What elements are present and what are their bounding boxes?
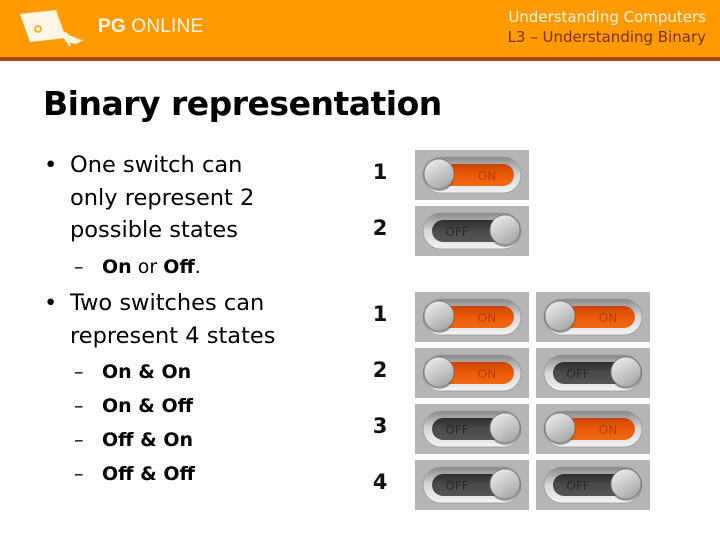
switch-label: OFF [566, 479, 589, 493]
switch-label: OFF [445, 479, 468, 493]
slide-title: Binary representation [43, 84, 442, 123]
dash: – [74, 256, 84, 278]
sub-bullet-item: – Off & On [74, 423, 195, 457]
toggle-switch-off[interactable]: OFF [536, 460, 650, 510]
state-number: 1 [372, 302, 388, 326]
dash: – [74, 429, 84, 451]
bullet-dot: • [44, 290, 58, 316]
bullet-one-switch: • One switch can only represent 2 possib… [44, 149, 255, 247]
toggle-switch-on[interactable]: ON [415, 348, 529, 398]
state-number: 1 [372, 160, 388, 184]
switch-label: ON [478, 311, 496, 325]
bullet-dot: • [44, 152, 58, 178]
toggle-switch-on[interactable]: ON [536, 404, 650, 454]
state-text: On & On [102, 361, 192, 383]
toggle-switch-off[interactable]: OFF [415, 460, 529, 510]
switch-label: ON [599, 311, 617, 325]
text-period: . [194, 256, 201, 278]
sub-bullet-item: – On & Off [74, 389, 195, 423]
bullet-line: represent 4 states [70, 322, 276, 349]
sub-bullet-on-or-off: – On or Off. [74, 250, 201, 284]
lesson-title: L3 – Understanding Binary [507, 28, 706, 46]
toggle-switch-on[interactable]: ON [415, 150, 529, 200]
state-number: 4 [372, 470, 388, 494]
toggle-switch-off[interactable]: OFF [536, 348, 650, 398]
toggle-switch-off[interactable]: OFF [415, 206, 529, 256]
brand-bold: PG [98, 16, 126, 37]
sub-bullet-item: – Off & Off [74, 457, 195, 491]
brand-light: ONLINE [131, 16, 204, 37]
bullet-line: only represent 2 [70, 184, 255, 211]
switch-label: OFF [445, 225, 468, 239]
bullet-line: possible states [70, 217, 238, 243]
brand-logo: PG ONLINE [98, 16, 203, 38]
header-bar: PG ONLINE Understanding Computers L3 – U… [0, 0, 720, 57]
switch-label: OFF [445, 423, 468, 437]
switch-label: ON [478, 367, 496, 381]
bullet-line: One switch can [70, 152, 243, 178]
switch-label: ON [599, 423, 617, 437]
state-number: 3 [372, 414, 388, 438]
state-text: On & Off [102, 395, 194, 417]
course-info: Understanding Computers L3 – Understandi… [508, 7, 706, 47]
state-text: Off & Off [102, 463, 195, 485]
dash: – [74, 463, 84, 485]
switch-label: OFF [566, 367, 589, 381]
toggle-switch-on[interactable]: ON [536, 292, 650, 342]
course-title: Understanding Computers [508, 8, 706, 26]
sub-bullet-item: – On & On [74, 355, 195, 389]
bullet-line: Two switches can [70, 290, 265, 316]
sub-bullet-list: – On & On – On & Off – Off & On – Off & Off [74, 355, 195, 491]
header-divider [0, 57, 720, 61]
text-off: Off [163, 256, 195, 278]
laptop-logo-icon [20, 10, 84, 47]
toggle-switch-off[interactable]: OFF [415, 404, 529, 454]
state-number: 2 [372, 358, 388, 382]
text-or: or [131, 256, 164, 278]
state-number: 2 [372, 216, 388, 240]
bullet-two-switches: • Two switches can represent 4 states [44, 287, 276, 352]
text-on: On [102, 256, 132, 278]
toggle-switch-on[interactable]: ON [415, 292, 529, 342]
dash: – [74, 395, 84, 417]
switch-label: ON [478, 169, 496, 183]
dash: – [74, 361, 84, 383]
state-text: Off & On [102, 429, 194, 451]
